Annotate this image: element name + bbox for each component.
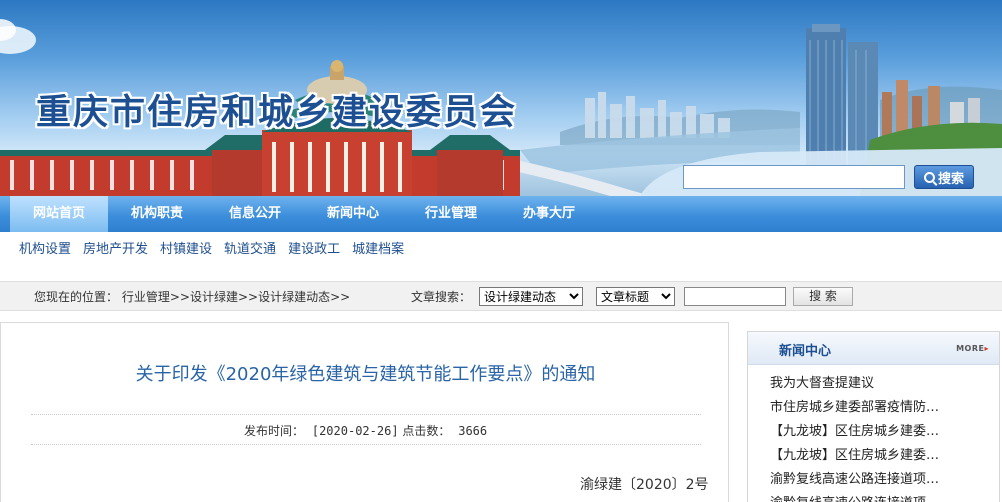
news-panel-title: 新闻中心: [779, 344, 832, 359]
site-banner: 重庆市住房和城乡建设委员会 搜索: [0, 0, 1002, 196]
breadcrumb-item-industry-mgmt[interactable]: 行业管理: [122, 290, 170, 304]
site-title: 重庆市住房和城乡建设委员会: [36, 92, 518, 133]
nav-item-info-disclosure[interactable]: 信息公开: [206, 196, 304, 232]
subnav-item-real-estate[interactable]: 房地产开发: [83, 238, 148, 257]
main-nav: 网站首页 机构职责 信息公开 新闻中心 行业管理 办事大厅: [0, 196, 1002, 232]
site-search-button[interactable]: 搜索: [914, 165, 974, 189]
breadcrumb-item-design-green-news[interactable]: 设计绿建动态: [258, 290, 330, 304]
breadcrumb-separator: >>: [330, 289, 351, 304]
publish-time-label: 发布时间：: [244, 424, 305, 438]
article-search-label: 文章搜索：: [411, 289, 472, 304]
more-label: MORE: [956, 344, 985, 353]
site-search-input[interactable]: [683, 165, 905, 189]
breadcrumb: 您现在的位置： 行业管理>>设计绿建>>设计绿建动态>>: [34, 288, 350, 305]
subnav-item-urban-archives[interactable]: 城建档案: [352, 238, 404, 257]
subnav-item-construction-politics[interactable]: 建设政工: [288, 238, 340, 257]
news-panel-header: 新闻中心 MORE▸: [748, 332, 999, 365]
article-keyword-input[interactable]: [684, 287, 786, 306]
news-list-item[interactable]: 渝黔复线高速公路连接道项…: [770, 492, 939, 502]
subnav-item-rail-transit[interactable]: 轨道交通: [224, 238, 276, 257]
document-number: 渝绿建〔2020〕2号: [580, 477, 709, 493]
nav-item-industry-mgmt[interactable]: 行业管理: [402, 196, 500, 232]
click-count-label: 点击数：: [402, 424, 451, 438]
article-meta: 发布时间： [2020-02-26] 点击数： 3666: [244, 422, 487, 439]
sub-nav: 机构设置 房地产开发 村镇建设 轨道交通 建设政工 城建档案: [0, 232, 1002, 262]
click-count: 3666: [458, 424, 488, 438]
news-list-item[interactable]: 【九龙坡】区住房城乡建委…: [770, 420, 939, 439]
article-search-button[interactable]: 搜 索: [793, 287, 853, 306]
subnav-item-village-town[interactable]: 村镇建设: [160, 238, 212, 257]
breadcrumb-label: 您现在的位置：: [34, 289, 119, 304]
breadcrumb-separator: >>: [237, 289, 259, 304]
article-title: 关于印发《2020年绿色建筑与建筑节能工作要点》的通知: [135, 364, 596, 385]
news-center-panel: 新闻中心 MORE▸ 我为大督查提建议 市住房城乡建委部署疫情防… 【九龙坡】区…: [747, 331, 1000, 502]
triangle-right-icon: ▸: [984, 344, 989, 353]
breadcrumb-bar: 您现在的位置： 行业管理>>设计绿建>>设计绿建动态>> 文章搜索： 设计绿建动…: [0, 281, 1002, 311]
news-list-item[interactable]: 我为大督查提建议: [770, 372, 874, 391]
site-search-button-label: 搜索: [937, 171, 964, 187]
publish-date: [2020-02-26]: [311, 424, 399, 438]
divider: [31, 414, 701, 415]
nav-item-news-center[interactable]: 新闻中心: [304, 196, 402, 232]
article-category-select[interactable]: 设计绿建动态: [479, 287, 583, 306]
nav-item-service-hall[interactable]: 办事大厅: [500, 196, 598, 232]
news-list-item[interactable]: 市住房城乡建委部署疫情防…: [770, 396, 939, 415]
breadcrumb-separator: >>: [169, 289, 190, 304]
nav-item-org-duties[interactable]: 机构职责: [108, 196, 206, 232]
more-link[interactable]: MORE▸: [956, 344, 989, 353]
nav-item-home[interactable]: 网站首页: [10, 196, 108, 232]
article-panel: 关于印发《2020年绿色建筑与建筑节能工作要点》的通知 发布时间： [2020-…: [0, 322, 729, 502]
divider: [31, 444, 701, 445]
news-list-item[interactable]: 【九龙坡】区住房城乡建委…: [770, 444, 939, 463]
news-list-item[interactable]: 渝黔复线高速公路连接道项…: [770, 468, 939, 487]
subnav-item-org-setup[interactable]: 机构设置: [19, 238, 71, 257]
breadcrumb-item-design-green[interactable]: 设计绿建: [190, 290, 238, 304]
article-field-select[interactable]: 文章标题: [596, 287, 675, 306]
search-icon: [923, 171, 935, 183]
